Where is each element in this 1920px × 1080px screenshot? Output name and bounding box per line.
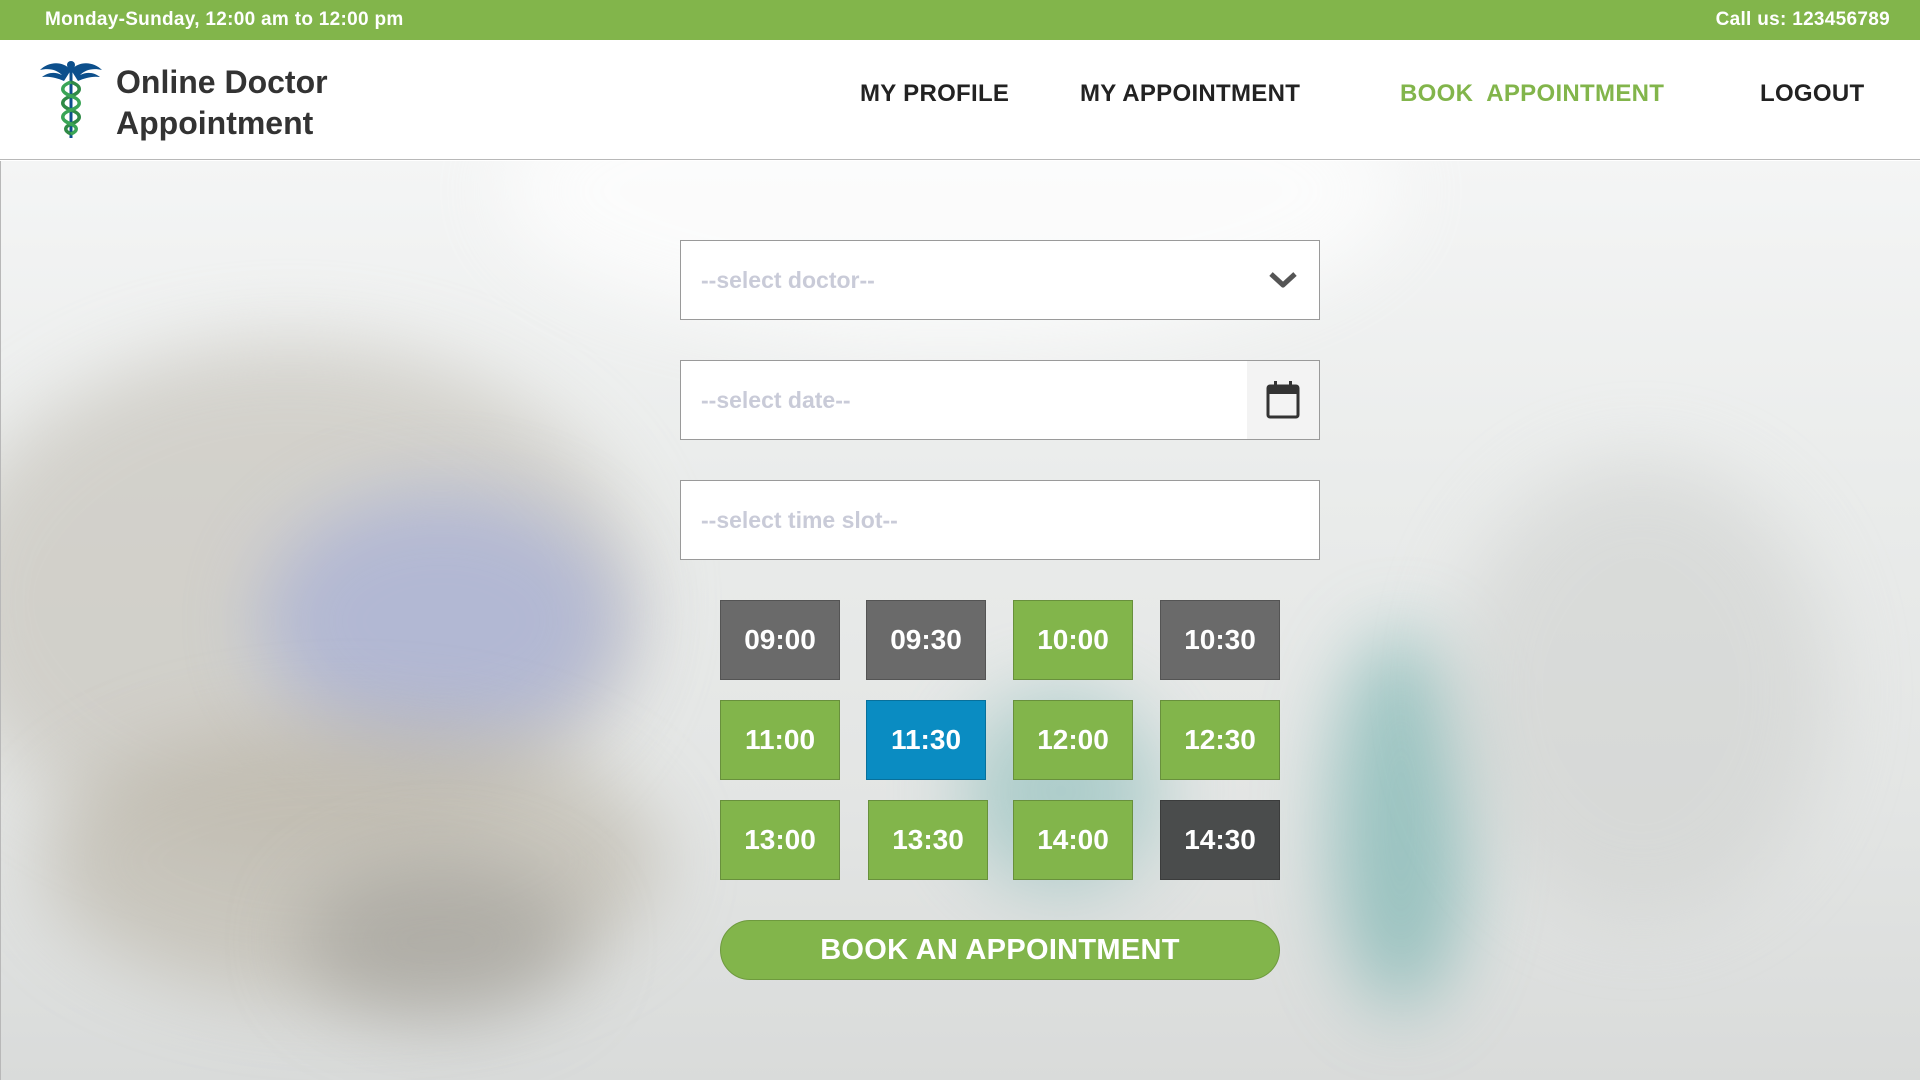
time-slot[interactable]: 11:00 bbox=[720, 700, 840, 780]
time-slot-input[interactable]: --select time slot-- bbox=[680, 480, 1320, 560]
calendar-icon[interactable] bbox=[1247, 361, 1319, 439]
time-slot[interactable]: 12:30 bbox=[1160, 700, 1280, 780]
time-slot-selected[interactable]: 11:30 bbox=[866, 700, 986, 780]
doctor-select[interactable]: --select doctor-- bbox=[680, 240, 1320, 320]
brand-logo[interactable]: Online Doctor Appointment bbox=[38, 56, 328, 144]
time-slot[interactable]: 14:30 bbox=[1160, 800, 1280, 880]
time-slot[interactable]: 14:00 bbox=[1013, 800, 1133, 880]
nav-my-profile[interactable]: MY PROFILE bbox=[860, 80, 1009, 108]
top-info-bar: Monday-Sunday, 12:00 am to 12:00 pm Call… bbox=[0, 0, 1920, 40]
site-header: Online Doctor Appointment MY PROFILE MY … bbox=[0, 40, 1920, 160]
brand-title-line2: Appointment bbox=[116, 105, 314, 141]
time-slot[interactable]: 10:00 bbox=[1013, 600, 1133, 680]
doctor-select-placeholder: --select doctor-- bbox=[701, 266, 875, 293]
time-slot[interactable]: 10:30 bbox=[1160, 600, 1280, 680]
brand-title-line1: Online Doctor bbox=[116, 64, 328, 100]
caduceus-icon bbox=[40, 61, 102, 138]
time-slot[interactable]: 12:00 bbox=[1013, 700, 1133, 780]
nav-book-appointment[interactable]: BOOK APPOINTMENT bbox=[1400, 80, 1664, 108]
nav-logout[interactable]: LOGOUT bbox=[1760, 80, 1864, 108]
time-slot[interactable]: 09:00 bbox=[720, 600, 840, 680]
book-appointment-button[interactable]: BOOK AN APPOINTMENT bbox=[720, 920, 1280, 980]
date-input[interactable]: --select date-- bbox=[680, 360, 1320, 440]
chevron-down-icon[interactable] bbox=[1247, 241, 1319, 319]
nav-my-appointment[interactable]: MY APPOINTMENT bbox=[1080, 80, 1300, 108]
time-slot-placeholder: --select time slot-- bbox=[701, 506, 898, 533]
time-slot[interactable]: 13:30 bbox=[868, 800, 988, 880]
opening-hours: Monday-Sunday, 12:00 am to 12:00 pm bbox=[45, 9, 404, 30]
time-slot[interactable]: 09:30 bbox=[866, 600, 986, 680]
date-input-placeholder: --select date-- bbox=[701, 386, 851, 413]
phone-number: Call us: 123456789 bbox=[1715, 9, 1890, 30]
time-slot[interactable]: 13:00 bbox=[720, 800, 840, 880]
